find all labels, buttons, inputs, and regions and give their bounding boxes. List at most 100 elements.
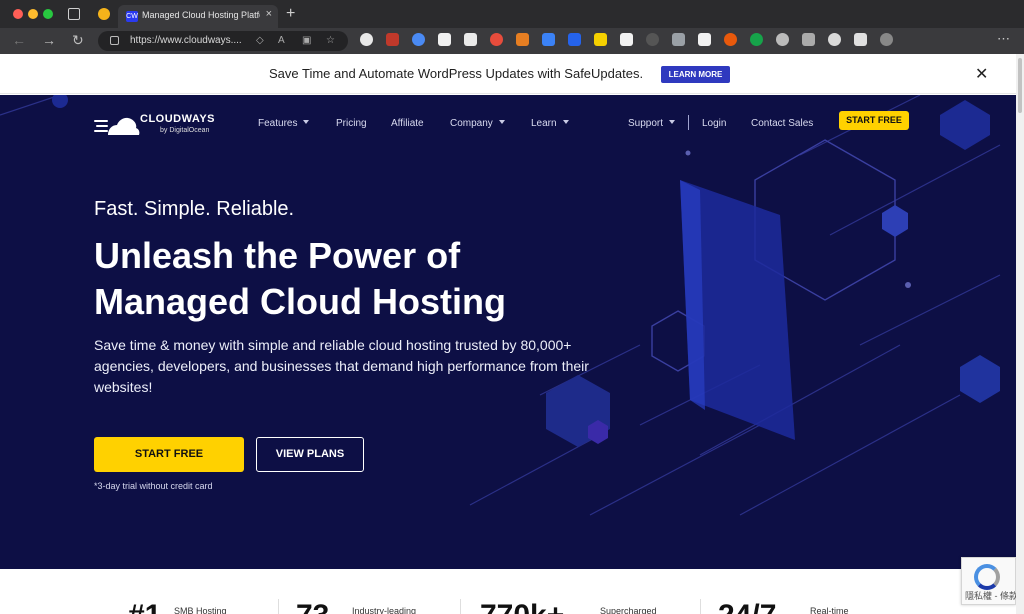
notion-icon[interactable] [438,33,451,46]
stat-label: Supercharged [600,606,657,614]
read-aloud-icon[interactable]: A [278,35,285,46]
extension-10-icon[interactable] [594,33,607,46]
extension-3-icon[interactable] [412,33,425,46]
close-window-button[interactable] [13,9,23,19]
nav-company[interactable]: Company [450,118,505,129]
cloudways-favicon-icon: CW [126,11,138,22]
hero-headline-line-2: Managed Cloud Hosting [94,281,506,322]
url-text[interactable]: https://www.cloudways.... [130,35,242,46]
browser-tab-strip: CW Managed Cloud Hosting Platfo × + [0,0,1024,28]
stat-label: SMB Hosting [174,606,227,614]
chevron-down-icon [303,120,310,124]
translate-icon[interactable] [542,33,555,46]
extension-9-icon[interactable] [568,33,581,46]
banner-text: Save Time and Automate WordPress Updates… [269,66,644,81]
hero-headline-line-1: Unleash the Power of [94,235,461,276]
nav-divider [688,115,689,130]
stat-value: 73 [296,601,329,614]
nav-affiliate[interactable]: Affiliate [391,118,424,129]
scrollbar-thumb[interactable] [1018,58,1022,113]
profile-avatar[interactable] [880,33,893,46]
stat-value: #1 [128,601,161,614]
nav-features[interactable]: Features [258,118,310,129]
pinned-tab-icon[interactable] [98,8,110,20]
zoom-window-button[interactable] [43,9,53,19]
extension-6-icon[interactable] [490,33,503,46]
hero-section: CLOUDWAYS by DigitalOcean Features Prici… [0,95,1016,569]
hexagon-solid-3 [882,205,908,237]
view-plans-button[interactable]: VIEW PLANS [256,437,364,472]
nav-contact-sales[interactable]: Contact Sales [751,118,813,129]
nav-pricing[interactable]: Pricing [336,118,367,129]
extension-12-icon[interactable] [646,33,659,46]
extension-shield-icon[interactable]: ◇ [256,35,264,46]
metamask-icon[interactable] [516,33,529,46]
extension-2-icon[interactable] [386,33,399,46]
browser-toolbar: ← → ↻ https://www.cloudways.... ◇ A ▣ ☆ … [0,28,1024,54]
app-available-icon[interactable]: ▣ [302,35,311,46]
start-free-button[interactable]: START FREE [94,437,244,472]
extension-1-icon[interactable] [360,33,373,46]
stat-divider [460,599,461,614]
dot-3 [52,95,68,108]
sidebar-toggle-icon[interactable] [68,8,80,20]
reload-icon[interactable]: ↻ [72,32,84,49]
address-bar[interactable]: https://www.cloudways.... ◇ A ▣ ☆ [98,31,348,51]
tab-title: Managed Cloud Hosting Platfo [142,10,260,20]
hero-description: Save time & money with simple and reliab… [94,337,589,395]
hero-headline: Unleash the Power of Managed Cloud Hosti… [94,233,654,325]
stat-label: Industry-leading [352,606,417,614]
extension-14-icon[interactable] [698,33,711,46]
close-banner-icon[interactable]: ✕ [975,64,988,84]
nav-learn-label: Learn [531,118,557,129]
browser-menu-icon[interactable]: ⋯ [997,31,1010,47]
web-page: Save Time and Automate WordPress Updates… [0,54,1016,614]
header-start-free-button[interactable]: START FREE [839,111,909,130]
extension-11-icon[interactable] [620,33,633,46]
stat-value: 770k+ [480,601,564,614]
cloudways-logo[interactable]: CLOUDWAYS by DigitalOcean [94,113,215,142]
learn-more-button[interactable]: LEARN MORE [661,66,730,83]
hero-background-graphic [0,95,1001,516]
extension-toolbar [360,33,893,49]
nav-support[interactable]: Support [628,118,676,129]
grammarly-icon[interactable] [750,33,763,46]
new-tab-button[interactable]: + [286,5,295,23]
chevron-down-icon [562,120,569,124]
extension-18-icon[interactable] [802,33,815,46]
cloud-logo-icon [94,117,140,135]
tab-active[interactable]: CW Managed Cloud Hosting Platfo × [118,5,278,28]
extension-17-icon[interactable] [776,33,789,46]
nav-features-label: Features [258,118,298,129]
collections-icon[interactable] [854,33,867,46]
dot-2 [685,150,691,156]
trial-note: *3-day trial without credit card [94,481,213,491]
extension-15-icon[interactable] [724,33,737,46]
nav-support-label: Support [628,118,664,129]
chevron-down-icon [669,120,676,124]
hexagon-solid-4 [940,100,990,150]
extension-5-icon[interactable] [464,33,477,46]
logo-subtext: by DigitalOcean [160,127,210,134]
lock-icon[interactable] [110,36,119,45]
recaptcha-terms-text[interactable]: 隱私權 - 條款 [965,589,1016,602]
minimize-window-button[interactable] [28,9,38,19]
puzzle-icon[interactable] [828,33,841,46]
stats-strip: #1 SMB Hosting 73 Industry-leading 770k+… [0,569,1016,614]
dot-1 [905,282,911,288]
recaptcha-badge[interactable]: 隱私權 - 條款 [961,557,1016,605]
announcement-banner: Save Time and Automate WordPress Updates… [0,54,1016,94]
recaptcha-logo-icon [974,564,1000,590]
page-scrollbar[interactable] [1016,54,1024,614]
nav-login[interactable]: Login [702,118,726,129]
extension-13-icon[interactable] [672,33,685,46]
forward-arrow-icon[interactable]: → [42,32,56,48]
chevron-down-icon [498,120,505,124]
stat-divider [700,599,701,614]
tab-close-icon[interactable]: × [266,8,272,20]
favorite-star-icon[interactable]: ☆ [326,35,335,46]
back-arrow-icon[interactable]: ← [12,32,26,48]
nav-learn[interactable]: Learn [531,118,569,129]
stat-value: 24/7 [718,601,776,614]
nav-company-label: Company [450,118,493,129]
